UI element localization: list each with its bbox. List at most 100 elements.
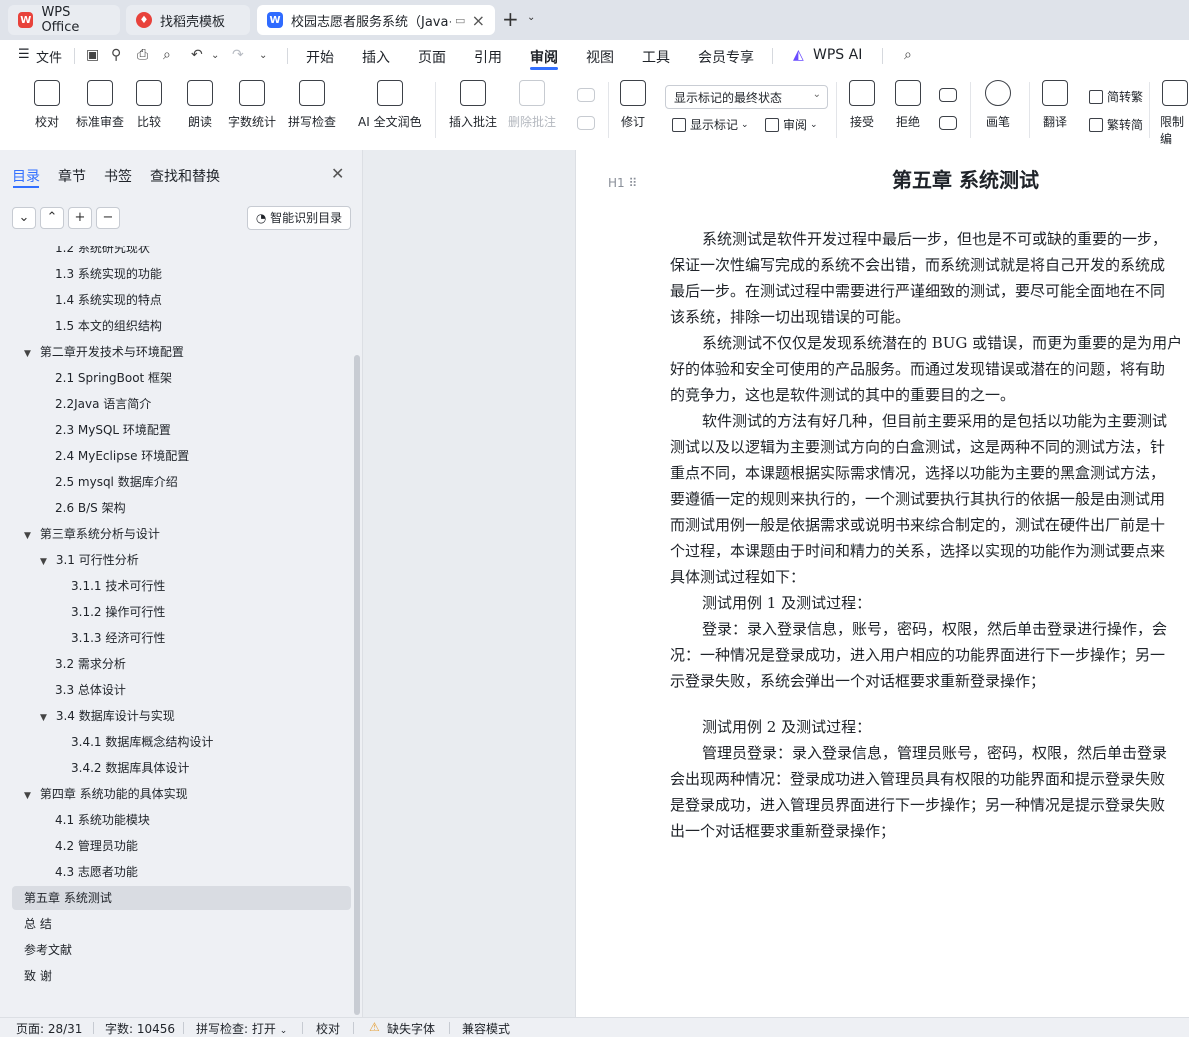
toc-item[interactable]: 参考文献 xyxy=(24,938,72,962)
smart-toc-button[interactable]: ◔ 智能识别目录 xyxy=(247,206,351,230)
expand-triangle-icon[interactable]: ▼ xyxy=(40,706,52,730)
paragraph-line[interactable]: 管理员登录：录入登录信息，管理员账号，密码，权限，然后单击登录 xyxy=(670,740,1189,766)
toc-item[interactable]: ▼ 第四章 系统功能的具体实现 xyxy=(24,782,188,806)
share-icon[interactable]: ⚲ xyxy=(111,47,121,63)
paragraph-line[interactable]: 的竞争力，这也是软件测试的其中的重要目的之一。 xyxy=(670,382,1189,408)
prev-change-button[interactable] xyxy=(939,88,957,109)
next-change-button[interactable] xyxy=(939,116,957,137)
simp-to-trad-button[interactable]: 简转繁 xyxy=(1089,88,1143,105)
trad-to-simp-button[interactable]: 繁转简 xyxy=(1089,116,1143,133)
proof-status[interactable]: 校对 xyxy=(316,1020,340,1037)
translate-button[interactable]: 翻译 xyxy=(1042,80,1068,130)
toc-item[interactable]: 4.1 系统功能模块 xyxy=(55,808,150,832)
missing-font-status[interactable]: 缺失字体 xyxy=(387,1020,435,1037)
toc-item[interactable]: 2.6 B/S 架构 xyxy=(55,496,126,520)
ai-polish-button[interactable]: AI 全文润色 xyxy=(358,80,422,130)
chevron-down-icon[interactable]: ⌄ xyxy=(527,12,535,23)
menu-view[interactable]: 视图 xyxy=(586,47,614,67)
track-changes-button[interactable]: 修订 xyxy=(620,80,646,130)
read-aloud-button[interactable]: 朗读 xyxy=(187,80,213,130)
toc-item[interactable]: 4.3 志愿者功能 xyxy=(55,860,138,884)
menu-start[interactable]: 开始 xyxy=(306,47,334,67)
toc-item[interactable]: 2.4 MyEclipse 环境配置 xyxy=(55,444,189,468)
word-count[interactable]: 字数: 10456 xyxy=(105,1020,175,1037)
toc-item[interactable]: 1.3 系统实现的功能 xyxy=(55,262,162,286)
toc-item[interactable]: 3.1.2 操作可行性 xyxy=(71,600,165,624)
spell-check-button[interactable]: 拼写检查 xyxy=(288,80,336,130)
tab-find-replace[interactable]: 查找和替换 xyxy=(150,166,220,186)
tab-bookmarks[interactable]: 书签 xyxy=(104,166,132,186)
toc-item[interactable]: 2.2Java 语言简介 xyxy=(55,392,151,416)
add-heading-button[interactable]: + xyxy=(68,207,92,229)
toc-item[interactable]: 1.2 系统研究现状 xyxy=(55,246,150,260)
toc-item[interactable]: ▼ 3.4 数据库设计与实现 xyxy=(40,704,175,728)
review-pane-button[interactable]: 审阅 ⌄ xyxy=(765,116,818,133)
prev-comment-button[interactable] xyxy=(577,88,595,109)
toc-item[interactable]: 3.4.2 数据库具体设计 xyxy=(71,756,189,780)
paragraph-line[interactable]: 示登录失败，系统会弹出一个对话框要求重新登录操作； xyxy=(670,668,1189,694)
toc-item[interactable]: 总 结 xyxy=(24,912,52,936)
toc-item[interactable]: 致 谢 xyxy=(24,964,52,988)
expand-button[interactable]: ⌃ xyxy=(40,207,64,229)
toc-item[interactable]: 3.1.3 经济可行性 xyxy=(71,626,165,650)
toc-item[interactable]: 4.2 管理员功能 xyxy=(55,834,138,858)
paragraph-line[interactable]: 重点不同，本课题根据实际需求情况，选择以功能为主要的黑盒测试方法， xyxy=(670,460,1189,486)
menu-reference[interactable]: 引用 xyxy=(474,47,502,67)
toc-item[interactable]: 1.4 系统实现的特点 xyxy=(55,288,162,312)
tab-template[interactable]: ♦ 找稻壳模板 xyxy=(126,5,250,35)
paragraph-line[interactable]: 测试用例 2 及测试过程： xyxy=(670,714,1189,740)
toc-item[interactable]: 3.3 总体设计 xyxy=(55,678,126,702)
paragraph-line[interactable]: 最后一步。在测试过程中需要进行严谨细致的测试，要尽可能全面地在不同 xyxy=(670,278,1189,304)
menu-page[interactable]: 页面 xyxy=(418,47,446,67)
markup-mode-select[interactable]: 显示标记的最终状态 ⌄ xyxy=(665,85,828,109)
expand-triangle-icon[interactable]: ▼ xyxy=(40,550,52,574)
expand-triangle-icon[interactable]: ▼ xyxy=(24,342,36,366)
paragraph-line[interactable]: 是登录成功，进入管理员界面进行下一步操作；另一种情况是提示登录失败 xyxy=(670,792,1189,818)
collapse-button[interactable]: ⌄ xyxy=(12,207,36,229)
paragraph-line[interactable]: 具体测试过程如下： xyxy=(670,564,1189,590)
standard-review-button[interactable]: 标准审查 xyxy=(76,80,124,130)
paragraph-line[interactable]: 测试用例 1 及测试过程： xyxy=(670,590,1189,616)
toc-item[interactable]: 3.4.1 数据库概念结构设计 xyxy=(71,730,213,754)
expand-triangle-icon[interactable]: ▼ xyxy=(24,784,36,808)
print-icon[interactable]: ⎙ xyxy=(137,47,148,63)
new-tab-icon[interactable]: + xyxy=(502,8,519,30)
next-comment-button[interactable] xyxy=(577,116,595,137)
paragraph-line[interactable]: 系统测试不仅仅是发现系统潜在的 BUG 或错误，而更为重要的是为用户 xyxy=(670,330,1189,356)
close-icon[interactable]: ✕ xyxy=(331,164,344,183)
menu-tools[interactable]: 工具 xyxy=(642,47,670,67)
restrict-edit-button[interactable]: 限制编 xyxy=(1160,80,1189,147)
menu-file[interactable]: 文件 xyxy=(36,47,62,66)
toc-item[interactable]: 1.5 本文的组织结构 xyxy=(55,314,162,338)
menu-member[interactable]: 会员专享 xyxy=(698,47,754,67)
toc-item[interactable]: 第五章 系统测试 xyxy=(24,886,112,910)
chevron-down-icon[interactable]: ⌄ xyxy=(259,50,267,61)
paragraph-line[interactable]: 况：一种情况是登录成功，进入用户相应的功能界面进行下一步操作；另一 xyxy=(670,642,1189,668)
expand-triangle-icon[interactable]: ▼ xyxy=(24,524,36,548)
tab-toc[interactable]: 目录 xyxy=(12,166,40,186)
redo-icon[interactable]: ↷ xyxy=(232,47,244,63)
paragraph-line[interactable]: 软件测试的方法有好几种，但目前主要采用的是包括以功能为主要测试 xyxy=(670,408,1189,434)
tab-chapters[interactable]: 章节 xyxy=(58,166,86,186)
menu-review[interactable]: 审阅 xyxy=(530,47,558,67)
document-body[interactable]: 系统测试是软件开发过程中最后一步，但也是不可或缺的重要的一步， 保证一次性编写完成… xyxy=(670,226,1189,844)
insert-comment-button[interactable]: 插入批注 xyxy=(449,80,497,130)
toc-item[interactable]: ▼ 3.1 可行性分析 xyxy=(40,548,139,572)
toc-item[interactable]: ▼ 第二章开发技术与环境配置 xyxy=(24,340,184,364)
menu-wps-ai[interactable]: WPS AI xyxy=(813,47,862,63)
paragraph-line[interactable]: 登录：录入登录信息，账号，密码，权限，然后单击登录进行操作，会 xyxy=(670,616,1189,642)
spell-check-status[interactable]: 拼写检查: 打开 ⌄ xyxy=(196,1020,287,1037)
tab-wps-office[interactable]: W WPS Office xyxy=(8,5,120,35)
close-tab-icon[interactable]: × xyxy=(472,11,485,30)
paragraph-line[interactable]: 测试以及以逻辑为主要测试方向的白盒测试，这是两种不同的测试方法，针 xyxy=(670,434,1189,460)
remove-heading-button[interactable]: − xyxy=(96,207,120,229)
proofread-button[interactable]: 校对 xyxy=(34,80,60,130)
heading-level-marker[interactable]: H1 ⠿ xyxy=(608,176,637,190)
search-icon[interactable]: ⌕ xyxy=(904,47,912,63)
page-indicator[interactable]: 页面: 28/31 xyxy=(16,1020,82,1037)
save-icon[interactable]: ▣ xyxy=(86,47,99,63)
chevron-down-icon[interactable]: ⌄ xyxy=(211,50,219,61)
undo-icon[interactable]: ↶ xyxy=(191,47,203,63)
pen-button[interactable]: 画笔 xyxy=(985,80,1011,130)
paragraph-line[interactable]: 保证一次性编写完成的系统不会出错，而系统测试就是将自己开发的系统成 xyxy=(670,252,1189,278)
